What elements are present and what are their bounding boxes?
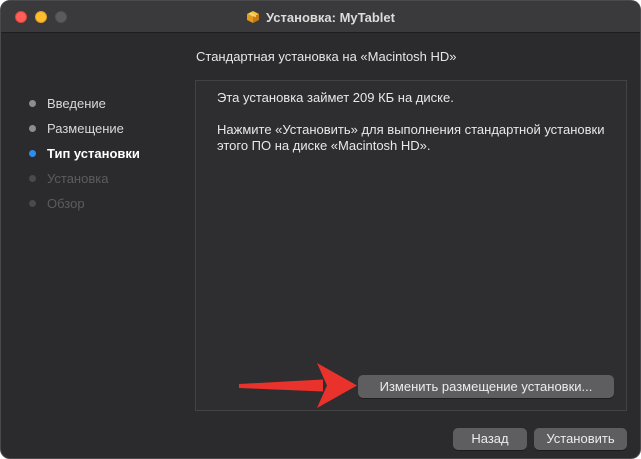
content-text: Эта установка займет 209 КБ на диске. На… xyxy=(217,90,617,170)
step-label: Установка xyxy=(47,171,109,186)
red-arrow-annotation xyxy=(239,363,357,408)
step-bullet-icon xyxy=(29,100,36,107)
step-bullet-icon xyxy=(29,175,36,182)
package-icon xyxy=(247,11,260,23)
step-bullet-icon xyxy=(29,125,36,132)
step-label: Тип установки xyxy=(47,146,140,161)
title-bar[interactable]: Установка: MyTablet xyxy=(1,1,640,33)
window-title: Установка: MyTablet xyxy=(266,9,395,25)
window-title-group: Установка: MyTablet xyxy=(1,1,640,33)
page-subtitle: Стандартная установка на «Macintosh HD» xyxy=(196,49,457,64)
step-summary: Обзор xyxy=(29,194,140,219)
change-install-location-button[interactable]: Изменить размещение установки... xyxy=(358,375,614,398)
step-installation: Установка xyxy=(29,169,140,194)
disk-space-text: Эта установка займет 209 КБ на диске. xyxy=(217,90,454,105)
install-button[interactable]: Установить xyxy=(534,428,627,450)
installer-steps-list: Введение Размещение Тип установки Устано… xyxy=(29,94,140,219)
step-bullet-icon xyxy=(29,150,36,157)
step-label: Размещение xyxy=(47,121,124,136)
step-installation-type: Тип установки xyxy=(29,144,140,169)
step-bullet-icon xyxy=(29,200,36,207)
step-introduction: Введение xyxy=(29,94,140,119)
back-button[interactable]: Назад xyxy=(453,428,527,450)
installer-window: Установка: MyTablet Стандартная установк… xyxy=(0,0,641,459)
instruction-text: Нажмите «Установить» для выполнения стан… xyxy=(217,122,605,153)
step-label: Введение xyxy=(47,96,106,111)
step-label: Обзор xyxy=(47,196,85,211)
step-destination: Размещение xyxy=(29,119,140,144)
content-panel: Эта установка займет 209 КБ на диске. На… xyxy=(195,80,627,411)
